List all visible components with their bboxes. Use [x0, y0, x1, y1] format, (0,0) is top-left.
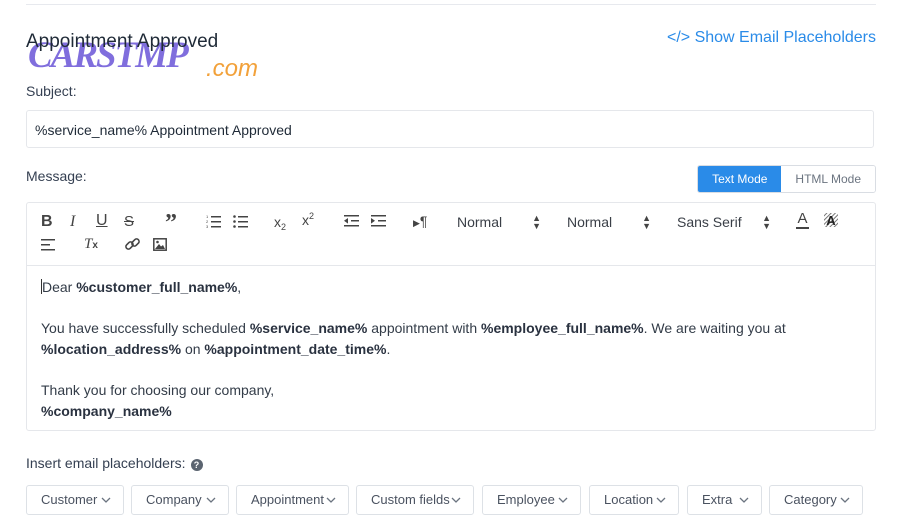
greeting-suffix: ,: [237, 279, 242, 295]
clear-format-icon[interactable]: Tx: [84, 236, 98, 253]
size-select-value: Normal: [567, 214, 613, 230]
indent-icon[interactable]: [371, 214, 386, 228]
underline-icon[interactable]: U: [96, 212, 108, 230]
insert-placeholders-text: Insert email placeholders:: [26, 455, 186, 471]
body-text: . We are waiting you at: [643, 320, 786, 336]
help-icon[interactable]: ?: [190, 459, 203, 471]
editor-toolbar: B I U S ” 123 x2 x2 ▶¶ Normal ▲ ▼ Normal …: [27, 203, 875, 266]
background-color-icon[interactable]: A: [823, 212, 839, 228]
message-label: Message:: [26, 168, 87, 184]
rtl-icon[interactable]: ▶¶: [413, 213, 427, 229]
placeholder-service-name: %service_name%: [249, 320, 368, 336]
font-select[interactable]: Sans Serif ▲ ▼: [677, 213, 771, 231]
select-caret-icon: ▲ ▼: [642, 213, 651, 231]
chevron-down-icon: [101, 497, 111, 503]
body-text: on: [181, 341, 205, 357]
placeholder-extra-button[interactable]: Extra: [687, 485, 762, 515]
blockquote-icon[interactable]: ”: [165, 211, 177, 235]
select-caret-icon: ▲ ▼: [762, 213, 771, 231]
outdent-icon[interactable]: [344, 214, 359, 228]
greeting-prefix: Dear: [42, 279, 77, 295]
editor-content[interactable]: Dear %customer_full_name%, You have succ…: [41, 277, 861, 422]
body-text: appointment with: [367, 320, 481, 336]
button-label: Appointment: [251, 492, 324, 507]
link-icon[interactable]: [125, 237, 140, 252]
text-mode-button[interactable]: Text Mode: [698, 166, 782, 192]
signature-line: %company_name%: [41, 401, 861, 422]
header-select-value: Normal: [457, 214, 503, 230]
placeholder-customer-button[interactable]: Customer: [26, 485, 124, 515]
placeholder-location-address: %location_address%: [41, 341, 182, 357]
watermark-suffix: .com: [206, 55, 259, 82]
placeholder-location-button[interactable]: Location: [589, 485, 679, 515]
body-paragraph: You have successfully scheduled %service…: [41, 318, 861, 360]
button-label: Location: [604, 492, 654, 507]
placeholder-appointment-button[interactable]: Appointment: [236, 485, 349, 515]
svg-text:A: A: [826, 213, 836, 228]
chevron-down-icon: [206, 497, 216, 503]
body-text: .: [386, 341, 391, 357]
placeholder-customer-full-name: %customer_full_name%: [76, 279, 238, 295]
subscript-icon[interactable]: x2: [274, 214, 286, 232]
strikethrough-icon[interactable]: S: [124, 213, 134, 230]
placeholder-custom-fields-button[interactable]: Custom fields: [356, 485, 474, 515]
chevron-down-icon: [451, 497, 461, 503]
subject-input[interactable]: %service_name% Appointment Approved: [26, 110, 874, 148]
svg-text:3: 3: [206, 224, 209, 228]
image-icon[interactable]: [153, 238, 167, 251]
chevron-down-icon: [739, 497, 749, 503]
italic-icon[interactable]: I: [70, 213, 75, 231]
bullet-list-icon[interactable]: [233, 214, 248, 228]
chevron-down-icon: [558, 497, 568, 503]
show-email-placeholders-link[interactable]: </> Show Email Placeholders: [667, 29, 876, 47]
button-label: Employee: [497, 492, 555, 507]
ordered-list-icon[interactable]: 123: [206, 214, 221, 228]
align-left-icon[interactable]: [41, 239, 55, 251]
superscript-icon[interactable]: x2: [302, 211, 314, 228]
mode-toggle: Text Mode HTML Mode: [697, 165, 876, 193]
chevron-down-icon: [840, 497, 850, 503]
insert-placeholders-label: Insert email placeholders:?: [26, 455, 203, 471]
top-divider: [26, 0, 876, 5]
body-text: You have successfully scheduled: [41, 320, 250, 336]
placeholder-employee-full-name: %employee_full_name%: [481, 320, 644, 336]
button-label: Company: [146, 492, 202, 507]
size-select[interactable]: Normal ▲ ▼: [567, 213, 651, 231]
chevron-down-icon: [656, 497, 666, 503]
button-label: Extra: [702, 492, 733, 507]
page-title: Appointment Approved: [26, 31, 219, 52]
closing-line: Thank you for choosing our company,: [41, 382, 275, 398]
select-caret-icon: ▲ ▼: [532, 213, 541, 231]
bold-icon[interactable]: B: [41, 213, 53, 231]
chevron-down-icon: [326, 497, 336, 503]
placeholder-category-button[interactable]: Category: [769, 485, 863, 515]
font-color-icon[interactable]: A: [796, 211, 809, 229]
title-area: CARSTMP .com Appointment Approved: [26, 28, 286, 84]
greeting-line: Dear %customer_full_name%,: [41, 277, 861, 298]
header-select[interactable]: Normal ▲ ▼: [457, 213, 541, 231]
placeholder-company-button[interactable]: Company: [131, 485, 229, 515]
placeholder-company-name: %company_name%: [41, 403, 172, 419]
font-select-value: Sans Serif: [677, 214, 742, 230]
message-editor: B I U S ” 123 x2 x2 ▶¶ Normal ▲ ▼ Normal …: [26, 202, 876, 431]
subject-label: Subject:: [26, 83, 77, 99]
button-label: Customer: [41, 492, 98, 507]
placeholder-appointment-date-time: %appointment_date_time%: [204, 341, 387, 357]
html-mode-button[interactable]: HTML Mode: [781, 166, 875, 192]
button-label: Custom fields: [371, 492, 450, 507]
placeholder-employee-button[interactable]: Employee: [482, 485, 581, 515]
button-label: Category: [784, 492, 837, 507]
